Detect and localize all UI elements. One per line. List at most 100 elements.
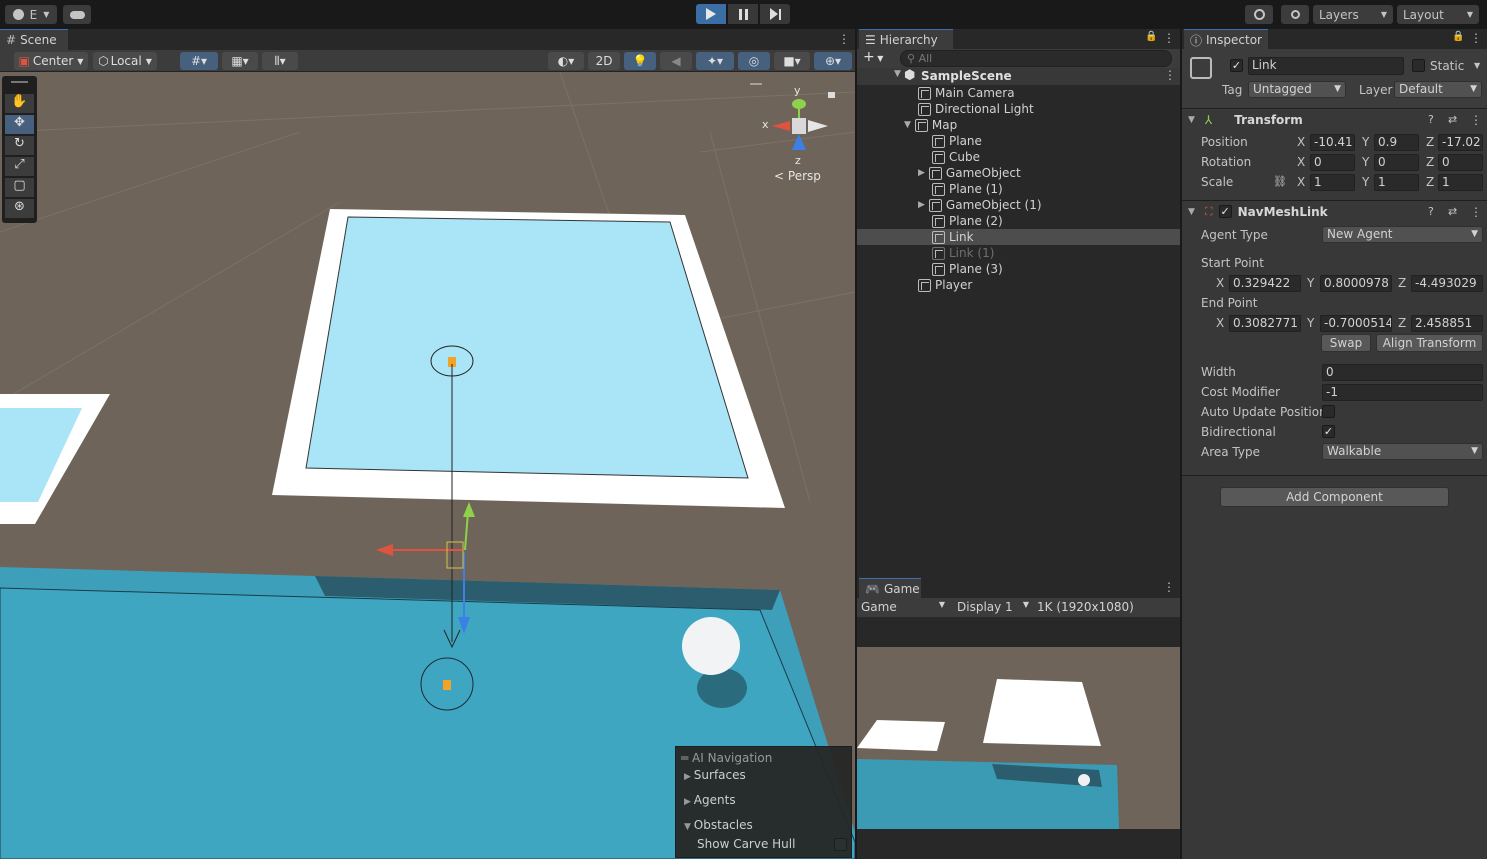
list-item[interactable]: ▶ GameObject (1) bbox=[918, 197, 1042, 213]
list-item[interactable]: Plane (1) bbox=[932, 181, 1003, 197]
chevron-right-icon[interactable]: ▶ bbox=[918, 200, 925, 210]
2d-toggle[interactable]: 2D bbox=[588, 52, 620, 70]
account-dropdown[interactable]: E ▼ bbox=[5, 5, 57, 24]
show-carve-hull-checkbox[interactable] bbox=[834, 838, 847, 851]
orientation-gizmo[interactable] bbox=[772, 99, 828, 150]
scene-row[interactable]: ▼ ⬢ SampleScene ⋮ bbox=[857, 68, 1180, 85]
list-item[interactable]: ▶ GameObject bbox=[918, 165, 1021, 181]
scale-tool-button[interactable]: ⤢ bbox=[5, 157, 34, 176]
scene-menu-icon[interactable]: ⋮ bbox=[1164, 68, 1176, 82]
gameobject-icon[interactable] bbox=[1190, 57, 1212, 79]
help-icon[interactable]: ? bbox=[1428, 205, 1434, 218]
rect-tool-button[interactable]: ▢ bbox=[5, 178, 34, 197]
step-button[interactable] bbox=[760, 4, 790, 24]
list-item[interactable]: Main Camera bbox=[918, 85, 1015, 101]
overlay-handle-icon[interactable] bbox=[11, 81, 28, 83]
inspector-menu-icon[interactable]: ⋮ bbox=[1470, 31, 1482, 45]
gizmo-y-arrow[interactable] bbox=[463, 502, 475, 517]
tab-game[interactable]: 🎮 Game bbox=[859, 578, 921, 599]
end-z-field[interactable]: 2.458851 bbox=[1411, 315, 1483, 332]
active-checkbox[interactable]: ✓ bbox=[1230, 59, 1243, 72]
name-field[interactable]: Link bbox=[1248, 57, 1404, 75]
move-tool-button[interactable]: ✥ bbox=[5, 115, 34, 134]
bidirectional-checkbox[interactable]: ✓ bbox=[1322, 425, 1335, 438]
start-y-field[interactable]: 0.8000978 bbox=[1320, 275, 1392, 292]
list-item[interactable]: ▼ Map bbox=[904, 117, 957, 133]
play-button[interactable] bbox=[696, 4, 726, 24]
tab-inspector[interactable]: ⓘ Inspector bbox=[1184, 29, 1268, 50]
ai-nav-header[interactable]: ═ AI Navigation bbox=[681, 751, 772, 765]
padlock-icon[interactable] bbox=[828, 92, 835, 98]
agent-type-dropdown[interactable]: New Agent ▼ bbox=[1322, 226, 1483, 243]
navmeshlink-enabled-checkbox[interactable]: ✓ bbox=[1218, 205, 1232, 218]
list-item[interactable]: Plane (2) bbox=[932, 213, 1003, 229]
add-component-button[interactable]: Add Component bbox=[1220, 487, 1449, 507]
surfaces-foldout[interactable]: ▶ Surfaces bbox=[684, 768, 746, 782]
pause-button[interactable] bbox=[728, 4, 758, 24]
game-view-dropdown[interactable]: Game ▼ bbox=[861, 600, 945, 614]
game-menu-icon[interactable]: ⋮ bbox=[1163, 580, 1175, 594]
search-button[interactable] bbox=[1281, 5, 1309, 24]
draw-mode-button[interactable]: ◐▾ bbox=[548, 52, 584, 70]
transform-header[interactable]: ▼ ⅄ Transform ? ⇄ ⋮ bbox=[1182, 108, 1487, 130]
preset-icon[interactable]: ⇄ bbox=[1448, 113, 1457, 126]
display-dropdown[interactable]: Display 1 ▼ bbox=[957, 600, 1029, 614]
scene-menu-icon[interactable]: ⋮ bbox=[838, 32, 850, 46]
increment-snap-button[interactable]: ⦀▾ bbox=[262, 52, 298, 70]
transform-tool-button[interactable]: ⊛ bbox=[5, 199, 34, 218]
list-item[interactable]: Plane bbox=[932, 133, 982, 149]
resolution-dropdown[interactable]: 1K (1920x1080) bbox=[1037, 600, 1134, 614]
scene-viewport[interactable]: y x z < Persp ✋ ✥ ↻ ⤢ ▢ ⊛ ═ AI Navigatio… bbox=[0, 72, 855, 859]
list-item[interactable]: Directional Light bbox=[918, 101, 1034, 117]
game-view[interactable] bbox=[857, 647, 1180, 829]
space-dropdown[interactable]: ⬡ Local ▼ bbox=[93, 52, 157, 70]
hierarchy-search-input[interactable]: ⚲ All bbox=[900, 50, 1172, 67]
position-z-field[interactable]: -17.02 bbox=[1438, 134, 1483, 151]
list-item-selected[interactable]: Link bbox=[932, 229, 974, 245]
static-checkbox[interactable] bbox=[1412, 59, 1425, 72]
audio-toggle[interactable]: ◀ bbox=[660, 52, 692, 70]
list-item-inactive[interactable]: Link (1) bbox=[932, 245, 994, 261]
projection-toggle[interactable]: < Persp bbox=[774, 169, 821, 183]
create-button[interactable]: + ▼ bbox=[863, 49, 883, 65]
gizmo-x-arrow[interactable] bbox=[376, 544, 393, 556]
rotate-tool-button[interactable]: ↻ bbox=[5, 136, 34, 155]
scale-z-field[interactable]: 1 bbox=[1438, 174, 1483, 191]
layout-dropdown[interactable]: Layout ▼ bbox=[1397, 5, 1479, 24]
help-icon[interactable]: ? bbox=[1428, 113, 1434, 126]
hierarchy-menu-icon[interactable]: ⋮ bbox=[1163, 31, 1175, 45]
preset-icon[interactable]: ⇄ bbox=[1448, 205, 1457, 218]
grid-button[interactable]: ▦▾ bbox=[222, 52, 258, 70]
start-x-field[interactable]: 0.329422 bbox=[1229, 275, 1301, 292]
start-z-field[interactable]: -4.493029 bbox=[1411, 275, 1483, 292]
width-field[interactable]: 0 bbox=[1322, 364, 1483, 381]
scale-x-field[interactable]: 1 bbox=[1310, 174, 1355, 191]
lock-icon[interactable]: 🔒 bbox=[1145, 31, 1157, 42]
chevron-down-icon[interactable]: ▼ bbox=[904, 120, 911, 130]
gizmo-y-axis[interactable] bbox=[464, 511, 469, 551]
position-x-field[interactable]: -10.41 bbox=[1310, 134, 1355, 151]
link-end-handle[interactable] bbox=[443, 680, 451, 690]
agents-foldout[interactable]: ▶ Agents bbox=[684, 793, 736, 807]
effects-dropdown[interactable]: ✦▾ bbox=[696, 52, 734, 70]
rotation-x-field[interactable]: 0 bbox=[1310, 154, 1355, 171]
list-item[interactable]: Plane (3) bbox=[932, 261, 1003, 277]
chevron-down-icon[interactable]: ▼ bbox=[1474, 61, 1480, 70]
auto-update-checkbox[interactable] bbox=[1322, 405, 1335, 418]
scale-y-field[interactable]: 1 bbox=[1374, 174, 1419, 191]
history-button[interactable] bbox=[1245, 5, 1273, 24]
camera-dropdown[interactable]: ■▾ bbox=[774, 52, 810, 70]
obstacles-foldout[interactable]: ▼ Obstacles bbox=[684, 818, 753, 832]
end-y-field[interactable]: -0.7000514 bbox=[1320, 315, 1392, 332]
lock-icon[interactable]: 🔒 bbox=[1452, 31, 1464, 42]
rotation-z-field[interactable]: 0 bbox=[1438, 154, 1483, 171]
area-type-dropdown[interactable]: Walkable ▼ bbox=[1322, 443, 1483, 460]
gizmo-plane[interactable] bbox=[446, 541, 464, 569]
cloud-button[interactable] bbox=[63, 5, 91, 24]
swap-button[interactable]: Swap bbox=[1321, 334, 1371, 352]
pivot-dropdown[interactable]: ▣ Center ▼ bbox=[14, 52, 88, 70]
tag-dropdown[interactable]: Untagged ▼ bbox=[1248, 81, 1346, 98]
tab-hierarchy[interactable]: ☰ Hierarchy bbox=[859, 29, 953, 50]
end-x-field[interactable]: 0.3082771 bbox=[1229, 315, 1301, 332]
layers-dropdown[interactable]: Layers ▼ bbox=[1313, 5, 1393, 24]
